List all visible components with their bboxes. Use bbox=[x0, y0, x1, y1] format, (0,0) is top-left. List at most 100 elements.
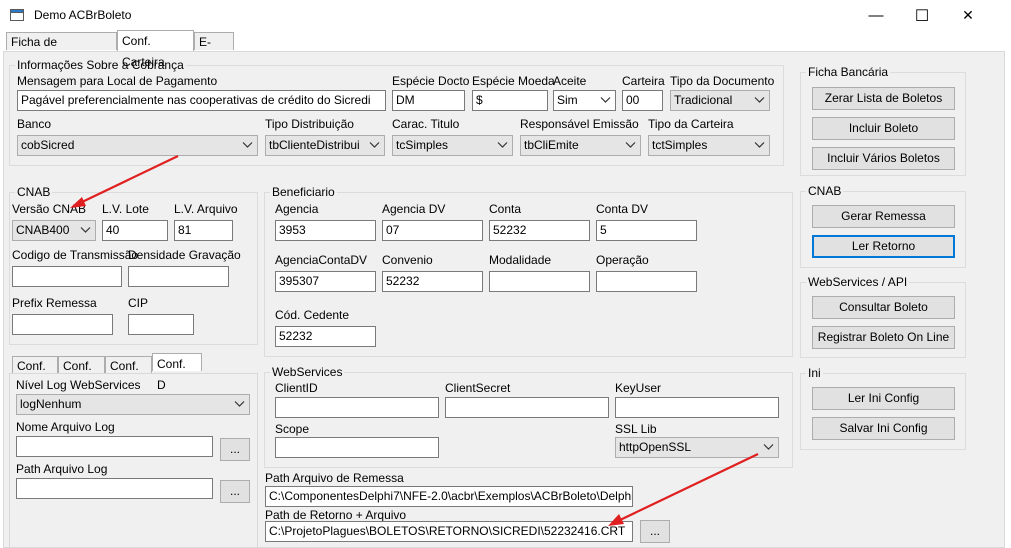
aceite-label: Aceite bbox=[553, 74, 587, 88]
chevron-down-icon bbox=[369, 142, 380, 148]
conta-dv-input[interactable]: 5 bbox=[596, 220, 697, 241]
especie-docto-input[interactable]: DM bbox=[392, 90, 465, 111]
nivel-log-select[interactable]: logNenhum bbox=[16, 394, 250, 415]
client-secret-input[interactable] bbox=[445, 397, 609, 418]
zerar-lista-button[interactable]: Zerar Lista de Boletos bbox=[812, 87, 955, 110]
path-remessa-input[interactable]: C:\ComponentesDelphi7\NFE-2.0\acbr\Exemp… bbox=[265, 486, 633, 507]
main-tabs: Ficha de Pagamento Conf. Carteira E-Mail bbox=[0, 30, 240, 69]
prefix-remessa-input[interactable] bbox=[12, 314, 113, 335]
ini-title: Ini bbox=[806, 366, 823, 380]
scope-label: Scope bbox=[275, 422, 310, 436]
ssl-lib-select[interactable]: httpOpenSSL bbox=[615, 437, 779, 458]
chevron-down-icon bbox=[754, 142, 765, 148]
key-user-input[interactable] bbox=[615, 397, 779, 418]
densidade-label: Densidade Gravação bbox=[128, 248, 241, 262]
chevron-down-icon bbox=[763, 444, 774, 450]
versao-cnab-select[interactable]: CNAB400 bbox=[12, 220, 96, 241]
lv-lote-input[interactable]: 40 bbox=[102, 220, 168, 241]
aceite-select[interactable]: Sim bbox=[553, 90, 616, 111]
tab-conf-d[interactable]: Conf. D bbox=[152, 353, 202, 392]
cip-label: CIP bbox=[128, 296, 149, 310]
title-bar: Demo ACBrBoleto — ☐ ✕ bbox=[0, 0, 1011, 31]
scope-input[interactable] bbox=[275, 437, 439, 458]
mensagem-input[interactable]: Pagável preferencialmente nas cooperativ… bbox=[17, 90, 386, 111]
nome-arquivo-log-input[interactable] bbox=[16, 436, 213, 457]
beneficiario-group-title: Beneficiario bbox=[270, 185, 337, 199]
browse-retorno-button[interactable]: ... bbox=[640, 520, 670, 543]
agencia-conta-dv-input[interactable]: 395307 bbox=[275, 271, 376, 292]
conta-dv-label: Conta DV bbox=[596, 202, 649, 216]
incluir-boleto-button[interactable]: Incluir Boleto bbox=[812, 117, 955, 140]
especie-moeda-input[interactable]: $ bbox=[472, 90, 548, 111]
cod-cedente-input[interactable]: 52232 bbox=[275, 326, 376, 347]
close-icon: ✕ bbox=[962, 7, 974, 23]
operacao-input[interactable] bbox=[596, 271, 697, 292]
agencia-dv-label: Agencia DV bbox=[382, 202, 446, 216]
app-icon bbox=[10, 9, 24, 21]
carteira-label: Carteira bbox=[622, 74, 665, 88]
convenio-label: Convenio bbox=[382, 253, 433, 267]
densidade-input[interactable] bbox=[128, 266, 229, 287]
tab-conf-b[interactable]: Conf. B bbox=[58, 356, 105, 391]
cip-input[interactable] bbox=[128, 314, 194, 335]
registrar-boleto-button[interactable]: Registrar Boleto On Line bbox=[812, 326, 955, 349]
carac-titulo-value: tcSimples bbox=[396, 138, 449, 152]
minimize-button[interactable]: — bbox=[853, 0, 899, 31]
carteira-input[interactable]: 00 bbox=[622, 90, 663, 111]
incluir-varios-button[interactable]: Incluir Vários Boletos bbox=[812, 147, 955, 170]
path-remessa-label: Path Arquivo de Remessa bbox=[265, 471, 404, 485]
especie-docto-label: Espécie Docto bbox=[392, 74, 470, 88]
chevron-down-icon bbox=[600, 97, 611, 103]
prefix-remessa-label: Prefix Remessa bbox=[12, 296, 97, 310]
agencia-input[interactable]: 3953 bbox=[275, 220, 376, 241]
nivel-log-value: logNenhum bbox=[20, 397, 82, 411]
close-button[interactable]: ✕ bbox=[945, 0, 991, 31]
salvar-ini-button[interactable]: Salvar Ini Config bbox=[812, 417, 955, 440]
browse-nome-log-button[interactable]: ... bbox=[220, 438, 250, 461]
agencia-dv-input[interactable]: 07 bbox=[382, 220, 483, 241]
maximize-button[interactable]: ☐ bbox=[899, 0, 945, 31]
tipo-distribuicao-label: Tipo Distribuição bbox=[265, 117, 354, 131]
gerar-remessa-button[interactable]: Gerar Remessa bbox=[812, 205, 955, 228]
tab-email[interactable]: E-Mail bbox=[194, 32, 234, 67]
convenio-input[interactable]: 52232 bbox=[382, 271, 483, 292]
tipo-carteira-select[interactable]: tctSimples bbox=[648, 135, 770, 156]
path-retorno-input[interactable]: C:\ProjetoPlagues\BOLETOS\RETORNO\SICRED… bbox=[265, 521, 633, 542]
tipo-carteira-value: tctSimples bbox=[652, 138, 708, 152]
resp-emissao-value: tbCliEmite bbox=[524, 138, 579, 152]
resp-emissao-select[interactable]: tbCliEmite bbox=[520, 135, 641, 156]
lv-arquivo-label: L.V. Arquivo bbox=[174, 202, 238, 216]
banco-value: cobSicred bbox=[21, 138, 75, 152]
lv-arquivo-input[interactable]: 81 bbox=[174, 220, 233, 241]
ssl-lib-label: SSL Lib bbox=[615, 422, 657, 436]
modalidade-input[interactable] bbox=[489, 271, 590, 292]
versao-cnab-label: Versão CNAB bbox=[12, 202, 87, 216]
cod-cedente-label: Cód. Cedente bbox=[275, 308, 350, 322]
nivel-log-label: Nível Log WebServices bbox=[16, 378, 141, 392]
tipo-documento-select[interactable]: Tradicional bbox=[670, 90, 770, 111]
conta-input[interactable]: 52232 bbox=[489, 220, 590, 241]
agencia-conta-dv-label: AgenciaContaDV bbox=[275, 253, 368, 267]
consultar-boleto-button[interactable]: Consultar Boleto bbox=[812, 296, 955, 319]
ler-retorno-button[interactable]: Ler Retorno bbox=[812, 235, 955, 258]
tab-ficha-pagamento[interactable]: Ficha de Pagamento bbox=[6, 32, 117, 67]
chevron-down-icon bbox=[234, 401, 245, 407]
lv-lote-label: L.V. Lote bbox=[102, 202, 149, 216]
codigo-transmissao-input[interactable] bbox=[12, 266, 122, 287]
client-id-input[interactable] bbox=[275, 397, 439, 418]
carac-titulo-select[interactable]: tcSimples bbox=[392, 135, 513, 156]
tab-conf-c[interactable]: Conf. C bbox=[105, 356, 152, 391]
codigo-transmissao-label: Codigo de Transmissão bbox=[12, 248, 139, 262]
tipo-carteira-label: Tipo da Carteira bbox=[648, 117, 734, 131]
tipo-distribuicao-select[interactable]: tbClienteDistribui bbox=[265, 135, 385, 156]
chevron-down-icon bbox=[625, 142, 636, 148]
ler-ini-button[interactable]: Ler Ini Config bbox=[812, 387, 955, 410]
window-title: Demo ACBrBoleto bbox=[34, 8, 132, 22]
tab-conf-carteira[interactable]: Conf. Carteira bbox=[117, 30, 194, 69]
tab-conf-a[interactable]: Conf. A bbox=[12, 356, 58, 391]
banco-select[interactable]: cobSicred bbox=[17, 135, 258, 156]
browse-path-log-button[interactable]: ... bbox=[220, 480, 250, 503]
path-arquivo-log-input[interactable] bbox=[16, 478, 213, 499]
especie-moeda-label: Espécie Moeda bbox=[472, 74, 555, 88]
nome-arquivo-log-label: Nome Arquivo Log bbox=[16, 420, 115, 434]
